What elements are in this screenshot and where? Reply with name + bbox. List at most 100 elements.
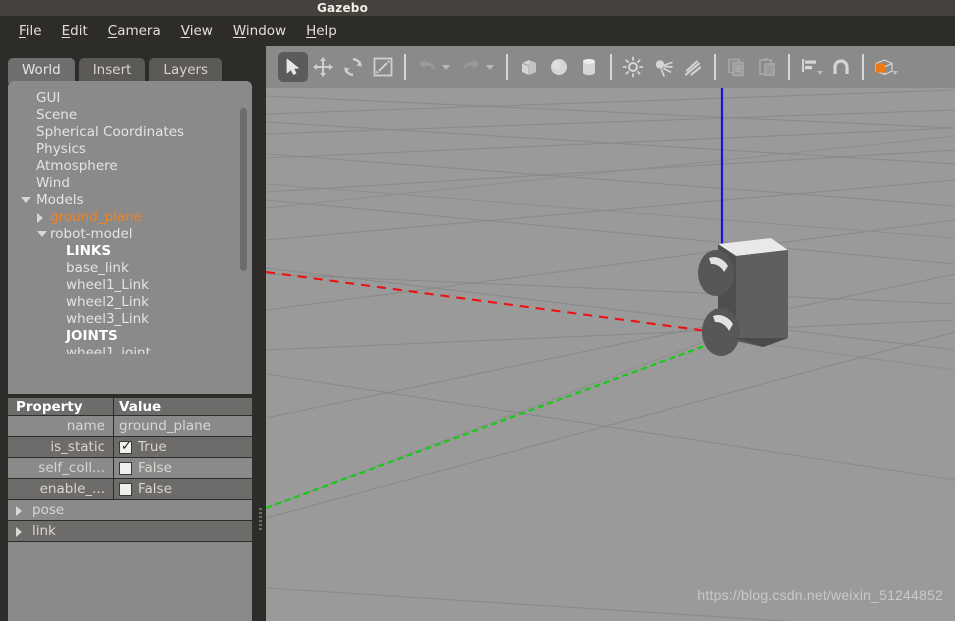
self-collide-checkbox[interactable] (119, 461, 132, 475)
tree-item-atmosphere[interactable]: Atmosphere (8, 158, 252, 175)
directional-light-icon (684, 60, 702, 76)
menu-camera[interactable]: Camera (99, 19, 170, 43)
toolbar-separator-1 (404, 54, 406, 80)
tree-item-wheel1-joint[interactable]: wheel1_joint (8, 345, 252, 354)
property-row-link-label: link (32, 523, 56, 539)
insert-box-button[interactable] (514, 52, 544, 82)
menu-edit[interactable]: Edit (53, 19, 97, 43)
world-tree-panel: GUI Scene Spherical Coordinates Physics … (8, 81, 252, 394)
menu-edit-mnemonic: E (61, 23, 71, 39)
menu-edit-rest: dit (70, 23, 88, 39)
menu-view[interactable]: View (172, 19, 222, 43)
dock-splitter[interactable] (256, 46, 266, 621)
copy-button[interactable] (722, 52, 752, 82)
expand-collapse-icon[interactable] (21, 197, 31, 203)
tree-item-wheel1-link[interactable]: wheel1_Link (8, 277, 252, 294)
paste-button[interactable] (752, 52, 782, 82)
property-row-pose-label: pose (32, 502, 65, 518)
property-row-is-static-value[interactable]: True (113, 437, 252, 457)
property-row-name[interactable]: name ground_plane (8, 416, 252, 437)
tree-scrollbar[interactable] (238, 81, 250, 394)
property-row-link[interactable]: link (8, 521, 252, 542)
property-row-pose-label-wrap[interactable]: pose (8, 500, 252, 520)
expand-collapse-icon[interactable] (37, 213, 43, 223)
3d-viewport[interactable]: https://blog.csdn.net/weixin_51244852 (266, 88, 955, 621)
chevron-down-icon[interactable] (816, 71, 823, 75)
menu-file[interactable]: File (10, 19, 51, 43)
menu-window[interactable]: Window (224, 19, 295, 43)
tree-item-wheel2-link[interactable]: wheel2_Link (8, 294, 252, 311)
enable-wind-value-label: False (138, 480, 172, 497)
tree-item-wheel3-link[interactable]: wheel3_Link (8, 311, 252, 328)
enable-wind-checkbox[interactable] (119, 482, 132, 496)
tree-item-robot-model[interactable]: robot-model (8, 226, 252, 243)
property-row-pose[interactable]: pose (8, 500, 252, 521)
tree-item-base-link[interactable]: base_link (8, 260, 252, 277)
redo-history-caret[interactable] (486, 64, 494, 70)
tab-insert[interactable]: Insert (78, 58, 146, 83)
insert-cylinder-button[interactable] (574, 52, 604, 82)
property-row-name-label: name (66, 418, 105, 434)
property-row-self-collide-value[interactable]: False (113, 458, 252, 478)
select-tool-button[interactable] (278, 52, 308, 82)
undo-history-caret[interactable] (442, 64, 450, 70)
translate-tool-button[interactable] (308, 52, 338, 82)
insert-sphere-button[interactable] (544, 52, 574, 82)
menu-help[interactable]: Help (297, 19, 346, 43)
menu-file-rest: ile (25, 23, 42, 39)
point-light-icon (622, 56, 644, 78)
sphere-icon (551, 59, 567, 75)
wheel-upper (698, 250, 734, 296)
tree-item-wind[interactable]: Wind (8, 175, 252, 192)
snap-button[interactable] (826, 52, 856, 82)
splitter-grip[interactable] (259, 508, 262, 530)
tree-item-gui[interactable]: GUI (8, 90, 252, 107)
property-row-self-collide-label: self_coll... (38, 460, 105, 476)
directional-light-button[interactable] (678, 52, 708, 82)
tab-layers[interactable]: Layers (149, 58, 223, 83)
property-row-self-collide[interactable]: self_coll... False (8, 458, 252, 479)
tree-item-spherical-coordinates[interactable]: Spherical Coordinates (8, 124, 252, 141)
menu-window-rest: indow (245, 23, 287, 39)
spot-light-button[interactable] (648, 52, 678, 82)
cylinder-icon (583, 58, 595, 76)
paste-icon (759, 58, 775, 76)
property-row-is-static[interactable]: is_static True (8, 437, 252, 458)
tab-world[interactable]: World (8, 58, 75, 83)
undo-button[interactable] (412, 52, 442, 82)
align-button[interactable] (796, 52, 826, 82)
property-row-name-value: ground_plane (113, 416, 252, 436)
expand-collapse-icon[interactable] (16, 527, 22, 537)
scene-background (266, 88, 955, 621)
chevron-down-icon[interactable] (891, 71, 898, 75)
expand-collapse-icon[interactable] (37, 231, 47, 237)
is-static-checkbox[interactable] (119, 438, 132, 455)
toolbar-separator-3 (610, 54, 612, 80)
expand-collapse-icon[interactable] (16, 506, 22, 516)
redo-icon (463, 59, 480, 71)
tree-item-models[interactable]: Models (8, 192, 252, 209)
left-dock-panel: World Insert Layers GUI Scene Spherical … (0, 46, 266, 621)
title-bar: Gazebo (0, 0, 955, 16)
tree-item-physics[interactable]: Physics (8, 141, 252, 158)
window-title: Gazebo (316, 1, 369, 15)
tree-item-ground-plane[interactable]: ground_plane (8, 209, 252, 226)
rotate-tool-button[interactable] (338, 52, 368, 82)
toolbar-separator-5 (788, 54, 790, 80)
tree-item-scene[interactable]: Scene (8, 107, 252, 124)
menu-camera-rest: amera (117, 23, 161, 39)
is-static-value-label: True (138, 438, 167, 455)
property-row-enable-wind-value[interactable]: False (113, 479, 252, 499)
world-tree: GUI Scene Spherical Coordinates Physics … (8, 81, 252, 354)
menu-view-mnemonic: V (180, 23, 190, 39)
spot-light-icon (655, 60, 673, 77)
property-row-link-label-wrap[interactable]: link (8, 521, 252, 541)
tree-group-links: LINKS (66, 243, 112, 259)
redo-button[interactable] (456, 52, 486, 82)
box-icon (521, 60, 537, 75)
view-angle-button[interactable] (870, 52, 900, 82)
point-light-button[interactable] (618, 52, 648, 82)
tree-scrollbar-thumb[interactable] (240, 108, 247, 271)
scale-tool-button[interactable] (368, 52, 398, 82)
property-row-enable-wind[interactable]: enable_... False (8, 479, 252, 500)
